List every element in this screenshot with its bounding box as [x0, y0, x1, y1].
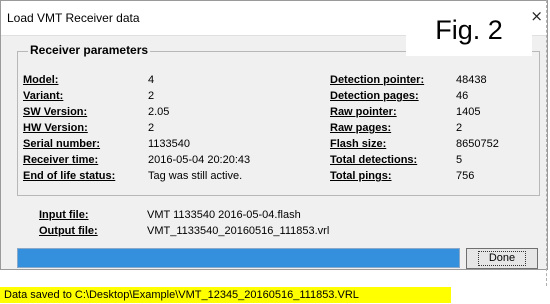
param-row-model: Model:	[23, 72, 58, 88]
param-label: Detection pages:	[330, 90, 419, 102]
status-message: Data saved to C:\Desktop\Example\VMT_123…	[0, 287, 451, 303]
output-file-label: Output file:	[39, 225, 98, 237]
param-row-end-of-life: End of life status:	[23, 168, 115, 184]
param-label: Detection pointer:	[330, 74, 425, 86]
param-row-sw-version: SW Version:	[23, 104, 87, 120]
param-label: Receiver time:	[23, 154, 99, 166]
progress-bar	[17, 248, 460, 268]
param-value: 1133540	[148, 138, 191, 150]
param-row-serial-number: Serial number:	[23, 136, 100, 152]
receiver-parameters-group: Receiver parameters Model: 4 Variant: 2 …	[17, 43, 540, 196]
param-value: 48438	[456, 74, 487, 86]
param-row-raw-pointer: Raw pointer:	[330, 104, 397, 120]
param-label: End of life status:	[23, 170, 116, 182]
param-value: 2	[148, 122, 155, 134]
param-label: Total pings:	[330, 170, 392, 182]
output-file-row: Output file:	[39, 223, 98, 239]
param-value: 4	[148, 74, 155, 86]
param-row-variant: Variant:	[23, 88, 63, 104]
param-value: 2016-05-04 20:20:43	[148, 154, 251, 166]
param-value: 46	[456, 90, 469, 102]
input-file-value: VMT 1133540 2016-05-04.flash	[147, 209, 301, 221]
param-value: 2.05	[148, 106, 170, 118]
output-file-value: VMT_1133540_20160516_111853.vrl	[147, 225, 330, 237]
param-row-receiver-time: Receiver time:	[23, 152, 98, 168]
param-label: SW Version:	[23, 106, 88, 118]
done-button-label: Done	[477, 251, 527, 266]
group-title: Receiver parameters	[28, 43, 151, 57]
input-file-row: Input file:	[39, 207, 89, 223]
param-label: Total detections:	[330, 154, 418, 166]
done-button[interactable]: Done	[466, 248, 538, 269]
param-row-raw-pages: Raw pages:	[330, 120, 391, 136]
param-label: Raw pages:	[330, 122, 392, 134]
param-label: HW Version:	[23, 122, 88, 134]
param-label: Flash size:	[330, 138, 387, 150]
param-row-hw-version: HW Version:	[23, 120, 88, 136]
param-label: Variant:	[23, 90, 64, 102]
param-label: Model:	[23, 74, 59, 86]
param-label: Raw pointer:	[330, 106, 397, 118]
figure-label: Fig. 2	[406, 4, 532, 56]
param-value: 5	[456, 154, 463, 166]
param-value: 1405	[456, 106, 481, 118]
resize-edge	[536, 0, 547, 286]
param-row-total-detections: Total detections:	[330, 152, 417, 168]
param-value: Tag was still active.	[148, 170, 243, 182]
param-row-total-pings: Total pings:	[330, 168, 392, 184]
param-value: 2	[148, 90, 155, 102]
param-value: 756	[456, 170, 475, 182]
window-title: Load VMT Receiver data	[7, 11, 140, 25]
param-row-flash-size: Flash size:	[330, 136, 386, 152]
param-label: Serial number:	[23, 138, 101, 150]
param-value: 8650752	[456, 138, 499, 150]
param-value: 2	[456, 122, 463, 134]
param-row-detection-pointer: Detection pointer:	[330, 72, 424, 88]
param-row-detection-pages: Detection pages:	[330, 88, 419, 104]
input-file-label: Input file:	[39, 209, 89, 221]
